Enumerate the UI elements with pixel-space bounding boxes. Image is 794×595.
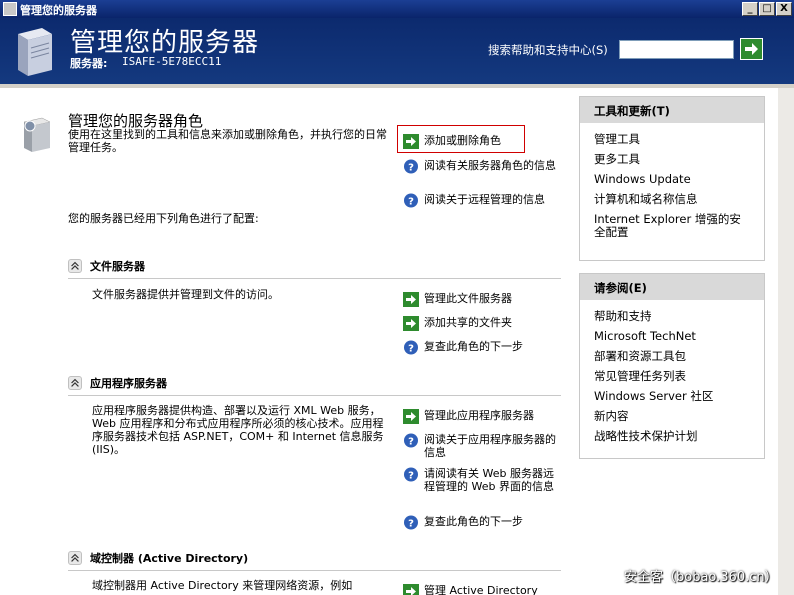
section-divider xyxy=(68,278,561,279)
read-remote-label[interactable]: 阅读关于远程管理的信息 xyxy=(424,193,545,206)
app-next-steps-label[interactable]: 复查此角色的下一步 xyxy=(424,515,523,528)
tools-item[interactable]: 更多工具 xyxy=(594,153,750,166)
read-remote-link[interactable]: ? 阅读关于远程管理的信息 xyxy=(403,193,545,208)
manage-app-server-link[interactable]: 管理此应用程序服务器 xyxy=(403,409,534,424)
add-remove-roles-label[interactable]: 添加或删除角色 xyxy=(424,134,501,147)
manage-file-server-label[interactable]: 管理此文件服务器 xyxy=(424,292,512,305)
vertical-scrollbar[interactable] xyxy=(778,88,794,595)
see-also-panel-title: 请参阅(E) xyxy=(580,274,764,300)
help-icon: ? xyxy=(404,159,418,174)
help-icon: ? xyxy=(404,467,418,482)
app-icon xyxy=(3,2,17,16)
file-server-header[interactable]: 文件服务器 xyxy=(68,258,145,274)
svg-text:?: ? xyxy=(408,471,414,482)
see-also-item[interactable]: Microsoft TechNet xyxy=(594,330,750,343)
tools-panel-title: 工具和更新(T) xyxy=(580,97,764,123)
see-also-item[interactable]: Windows Server 社区 xyxy=(594,390,750,403)
server-label: 服务器: xyxy=(70,57,108,70)
collapse-chevron-icon[interactable] xyxy=(68,376,82,390)
see-also-panel: 请参阅(E) 帮助和支持 Microsoft TechNet 部署和资源工具包 … xyxy=(579,273,765,459)
close-button[interactable]: X xyxy=(776,2,792,16)
see-also-item[interactable]: 常见管理任务列表 xyxy=(594,370,750,383)
tools-item[interactable]: Internet Explorer 增强的安全配置 xyxy=(594,213,750,239)
read-app-server-link[interactable]: ? 阅读关于应用程序服务器的信息 xyxy=(403,433,563,459)
server-name: ISAFE-5E78ECC11 xyxy=(122,55,222,68)
manage-ad-label[interactable]: 管理 Active Directory xyxy=(424,584,538,595)
manage-file-server-link[interactable]: 管理此文件服务器 xyxy=(403,292,512,307)
tools-item[interactable]: Windows Update xyxy=(594,173,750,186)
svg-text:?: ? xyxy=(408,344,414,355)
add-remove-roles-link[interactable]: 添加或删除角色 xyxy=(403,134,501,149)
svg-text:?: ? xyxy=(408,163,414,174)
read-app-server-label[interactable]: 阅读关于应用程序服务器的信息 xyxy=(424,433,563,459)
see-also-item[interactable]: 新内容 xyxy=(594,410,750,423)
help-icon: ? xyxy=(404,193,418,208)
minimize-button[interactable]: _ xyxy=(742,2,758,16)
green-arrow-icon xyxy=(403,409,419,424)
dc-header[interactable]: 域控制器 (Active Directory) xyxy=(68,550,248,566)
header-divider xyxy=(0,84,794,88)
see-also-item[interactable]: 帮助和支持 xyxy=(594,310,750,323)
read-web-remote-label[interactable]: 请阅读有关 Web 服务器远程管理的 Web 界面的信息 xyxy=(424,467,563,493)
help-icon: ? xyxy=(404,515,418,530)
help-icon: ? xyxy=(404,340,418,355)
manage-roles-description: 使用在这里找到的工具和信息来添加或删除角色，并执行您的日常管理任务。 xyxy=(68,128,387,154)
manage-app-server-label[interactable]: 管理此应用程序服务器 xyxy=(424,409,534,422)
svg-text:?: ? xyxy=(408,519,414,530)
page-title: 管理您的服务器 xyxy=(70,28,260,58)
title-bar: 管理您的服务器 _ □ X xyxy=(0,0,794,18)
help-icon: ? xyxy=(404,433,418,448)
search-input[interactable] xyxy=(619,40,734,59)
add-shared-folder-label[interactable]: 添加共享的文件夹 xyxy=(424,316,512,329)
manage-ad-link[interactable]: 管理 Active Directory xyxy=(403,584,538,595)
section-divider xyxy=(68,570,561,571)
tools-panel: 工具和更新(T) 管理工具 更多工具 Windows Update 计算机和域名… xyxy=(579,96,765,261)
see-also-item[interactable]: 部署和资源工具包 xyxy=(594,350,750,363)
collapse-chevron-icon[interactable] xyxy=(68,259,82,273)
app-next-steps-link[interactable]: ? 复查此角色的下一步 xyxy=(403,515,523,530)
file-server-title: 文件服务器 xyxy=(90,260,145,273)
header-banner: 管理您的服务器 服务器: ISAFE-5E78ECC11 搜索帮助和支持中心(S… xyxy=(0,18,794,84)
tools-item[interactable]: 计算机和域名称信息 xyxy=(594,193,750,206)
read-web-remote-link[interactable]: ? 请阅读有关 Web 服务器远程管理的 Web 界面的信息 xyxy=(403,467,563,493)
see-also-item[interactable]: 战略性技术保护计划 xyxy=(594,430,750,443)
svg-text:?: ? xyxy=(408,197,414,208)
dc-description: 域控制器用 Active Directory 来管理网络资源，例如 xyxy=(92,579,353,592)
file-server-description: 文件服务器提供并管理到文件的访问。 xyxy=(92,288,279,301)
search-label: 搜索帮助和支持中心(S) xyxy=(488,43,608,57)
app-server-title: 应用程序服务器 xyxy=(90,377,167,390)
server-icon xyxy=(18,28,52,76)
app-server-description: 应用程序服务器提供构造、部署以及运行 XML Web 服务，Web 应用程序和分… xyxy=(92,404,384,456)
tools-item[interactable]: 管理工具 xyxy=(594,133,750,146)
green-arrow-icon xyxy=(403,316,419,331)
green-arrow-icon xyxy=(403,134,419,149)
read-roles-link[interactable]: ? 阅读有关服务器角色的信息 xyxy=(403,159,563,174)
file-next-steps-label[interactable]: 复查此角色的下一步 xyxy=(424,340,523,353)
green-arrow-icon xyxy=(403,584,419,595)
configured-roles-text: 您的服务器已经用下列角色进行了配置: xyxy=(68,212,259,225)
window-title: 管理您的服务器 xyxy=(20,4,97,17)
go-arrow-icon[interactable] xyxy=(740,38,763,60)
svg-text:?: ? xyxy=(408,437,414,448)
app-server-header[interactable]: 应用程序服务器 xyxy=(68,375,167,391)
collapse-chevron-icon[interactable] xyxy=(68,551,82,565)
read-roles-label[interactable]: 阅读有关服务器角色的信息 xyxy=(424,159,556,172)
add-shared-folder-link[interactable]: 添加共享的文件夹 xyxy=(403,316,512,331)
maximize-button[interactable]: □ xyxy=(759,2,775,16)
file-next-steps-link[interactable]: ? 复查此角色的下一步 xyxy=(403,340,523,355)
dc-title: 域控制器 (Active Directory) xyxy=(90,552,249,565)
server-roles-icon xyxy=(23,117,51,152)
green-arrow-icon xyxy=(403,292,419,307)
section-divider xyxy=(68,395,561,396)
watermark-text: 安全客（bobao.360.cn） xyxy=(624,570,778,585)
